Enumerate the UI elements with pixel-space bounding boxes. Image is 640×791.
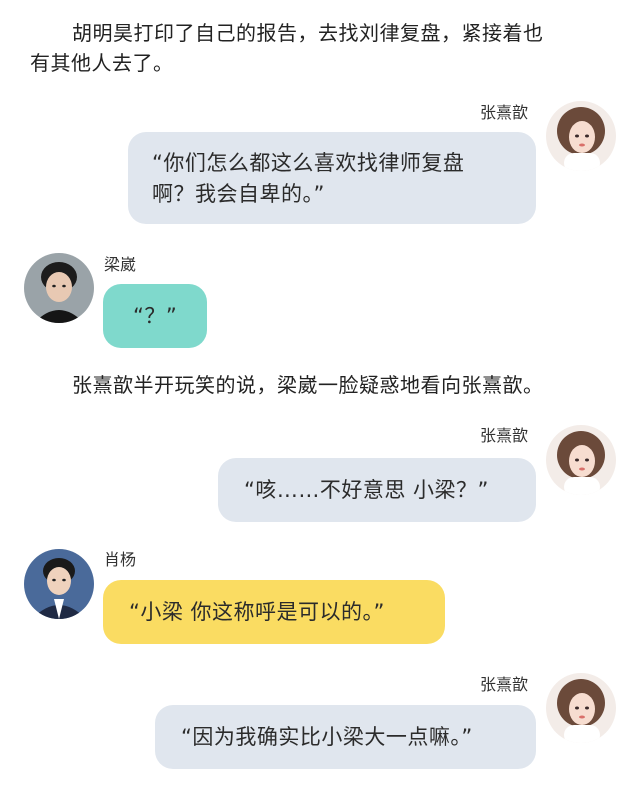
portrait-woman-avatar[interactable] — [546, 101, 616, 171]
narration-paragraph-1: 胡明昊打印了自己的报告，去找刘律复盘，紧接着也 有其他人去了。 — [30, 18, 620, 78]
speaker-name: 张熹歆 — [480, 426, 529, 445]
chat-bubble: “小梁 你这称呼是可以的。” — [103, 580, 445, 644]
speaker-name: 张熹歆 — [480, 103, 529, 122]
portrait-man-suit-avatar[interactable] — [24, 549, 94, 619]
bubble-text-line: “？” — [133, 304, 178, 328]
bubble-text-line: “因为我确实比小梁大一点嘛。” — [181, 725, 473, 749]
chat-bubble: “？” — [103, 284, 207, 348]
chat-bubble: “你们怎么都这么喜欢找律师复盘 啊？我会自卑的。” — [128, 132, 536, 224]
chat-bubble: “咳……不好意思 小梁？” — [218, 458, 536, 522]
bubble-text-line: “小梁 你这称呼是可以的。” — [129, 600, 385, 624]
narration-line: 张熹歆半开玩笑的说，梁崴一脸疑惑地看向张熹歆。 — [72, 373, 544, 397]
speaker-name: 张熹歆 — [480, 675, 529, 694]
portrait-woman-avatar[interactable] — [546, 425, 616, 495]
bubble-text-line: “咳……不好意思 小梁？” — [244, 478, 489, 502]
narration-paragraph-2: 张熹歆半开玩笑的说，梁崴一脸疑惑地看向张熹歆。 — [72, 370, 632, 400]
speaker-name: 梁崴 — [104, 255, 137, 274]
narration-line: 胡明昊打印了自己的报告，去找刘律复盘，紧接着也 — [72, 21, 544, 45]
portrait-man-dark-avatar[interactable] — [24, 253, 94, 323]
chat-bubble: “因为我确实比小梁大一点嘛。” — [155, 705, 536, 769]
bubble-text-line: “你们怎么都这么喜欢找律师复盘 — [152, 151, 465, 175]
narration-line: 有其他人去了。 — [30, 51, 174, 75]
bubble-text-line: 啊？我会自卑的。” — [152, 182, 325, 206]
portrait-woman-avatar[interactable] — [546, 673, 616, 743]
speaker-name: 肖杨 — [104, 550, 137, 569]
